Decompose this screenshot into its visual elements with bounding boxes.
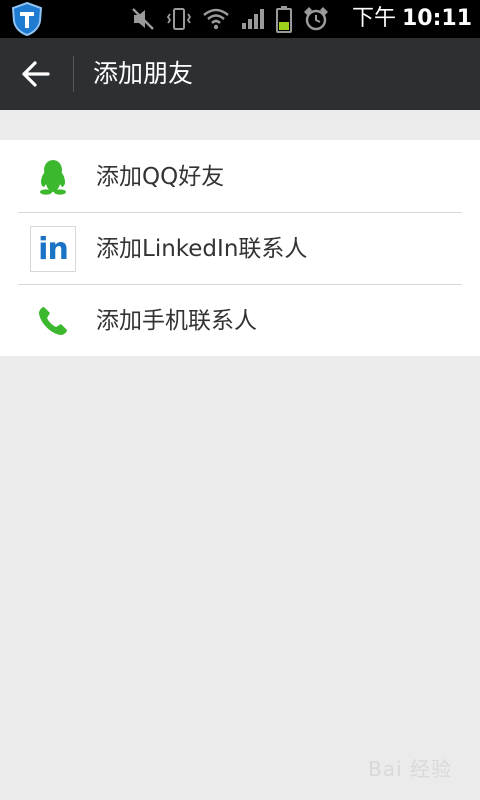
list-item-label: 添加QQ好友	[96, 164, 225, 190]
phone-icon	[30, 298, 76, 344]
list-item-add-phone-contact[interactable]: 添加手机联系人	[0, 284, 480, 356]
battery-icon	[276, 5, 292, 33]
watermark: Bai 经验	[368, 757, 452, 781]
shield-app-icon	[10, 1, 44, 37]
list-item-label: 添加手机联系人	[96, 308, 257, 334]
status-time: 10:11	[401, 6, 472, 31]
list-item-label: 添加LinkedIn联系人	[96, 236, 308, 262]
status-clock: 下午 10:11	[352, 0, 472, 38]
qq-penguin-icon	[30, 154, 76, 200]
list-item-add-qq-friend[interactable]: 添加QQ好友	[0, 140, 480, 212]
add-friend-options-list: 添加QQ好友 in 添加LinkedIn联系人 添加手机联系人	[0, 140, 480, 356]
alarm-icon	[302, 5, 330, 33]
action-bar-divider	[73, 56, 74, 92]
signal-icon	[240, 7, 266, 31]
status-bar: 下午 10:11	[0, 0, 480, 38]
linkedin-icon: in	[30, 226, 76, 272]
mute-icon	[130, 6, 156, 32]
arrow-left-icon	[22, 61, 50, 87]
page-title: 添加朋友	[93, 59, 194, 88]
linkedin-icon-text: in	[38, 231, 69, 267]
status-ampm: 下午	[351, 6, 396, 31]
list-item-add-linkedin-contact[interactable]: in 添加LinkedIn联系人	[0, 212, 480, 284]
back-button[interactable]	[14, 52, 58, 96]
action-bar: 添加朋友	[0, 38, 480, 110]
wifi-icon	[202, 7, 230, 31]
vibrate-icon	[166, 6, 192, 32]
